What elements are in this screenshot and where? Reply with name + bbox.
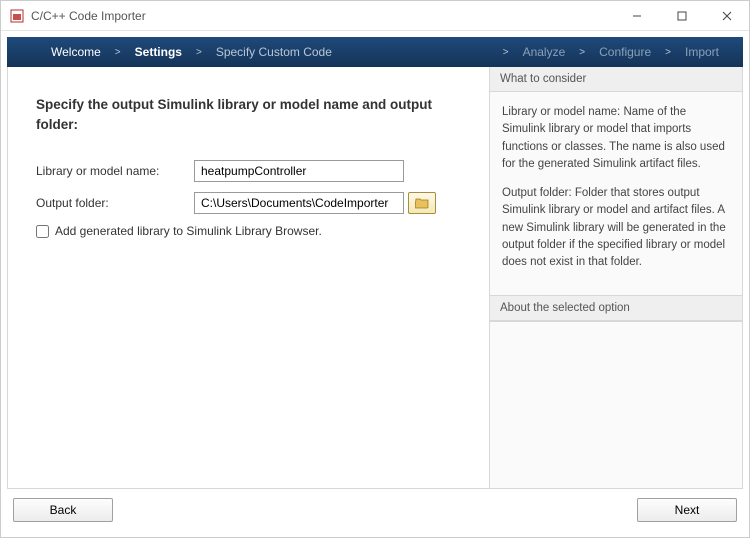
folder-icon	[415, 197, 429, 209]
titlebar: C/C++ Code Importer	[1, 1, 749, 31]
step-bar: Welcome > Settings > Specify Custom Code…	[7, 37, 743, 67]
step-analyze[interactable]: Analyze	[519, 45, 570, 59]
settings-form: Specify the output Simulink library or m…	[8, 67, 489, 488]
step-welcome[interactable]: Welcome	[47, 45, 105, 59]
about-selected-body	[490, 321, 742, 488]
window-title: C/C++ Code Importer	[31, 9, 614, 23]
window-controls	[614, 1, 749, 31]
library-name-input[interactable]	[194, 160, 404, 182]
chevron-icon: >	[186, 47, 212, 58]
output-folder-input[interactable]	[194, 192, 404, 214]
help-text: Output folder: Folder that stores output…	[502, 185, 730, 271]
library-name-label: Library or model name:	[36, 164, 194, 178]
chevron-icon: >	[493, 47, 519, 58]
chevron-icon: >	[569, 47, 595, 58]
help-panel: What to consider Library or model name: …	[489, 67, 742, 488]
about-selected-header: About the selected option	[490, 295, 742, 321]
step-import[interactable]: Import	[681, 45, 723, 59]
what-to-consider-header: What to consider	[490, 67, 742, 92]
step-settings[interactable]: Settings	[131, 45, 186, 59]
minimize-button[interactable]	[614, 1, 659, 31]
output-folder-label: Output folder:	[36, 196, 194, 210]
add-to-library-browser-label: Add generated library to Simulink Librar…	[55, 224, 322, 238]
what-to-consider-body: Library or model name: Name of the Simul…	[490, 92, 742, 295]
page-heading: Specify the output Simulink library or m…	[36, 95, 469, 134]
footer: Back Next	[7, 489, 743, 531]
help-text: Library or model name: Name of the Simul…	[502, 104, 730, 173]
chevron-icon: >	[105, 47, 131, 58]
step-specify-custom-code[interactable]: Specify Custom Code	[212, 45, 336, 59]
step-configure[interactable]: Configure	[595, 45, 655, 59]
back-button[interactable]: Back	[13, 498, 113, 522]
app-icon	[9, 8, 25, 24]
maximize-button[interactable]	[659, 1, 704, 31]
chevron-icon: >	[655, 47, 681, 58]
add-to-library-browser-checkbox[interactable]	[36, 225, 49, 238]
close-button[interactable]	[704, 1, 749, 31]
next-button[interactable]: Next	[637, 498, 737, 522]
browse-folder-button[interactable]	[408, 192, 436, 214]
